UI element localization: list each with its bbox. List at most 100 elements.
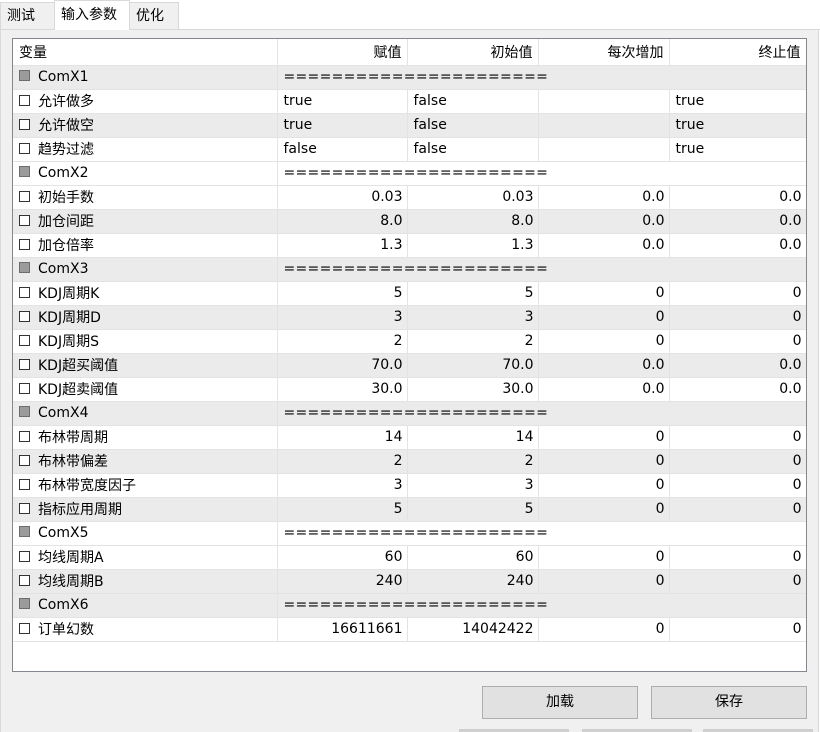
param-row[interactable]: KDJ超卖阈值 30.0 30.0 0.0 0.0 [13, 377, 806, 402]
group-checkbox[interactable] [19, 69, 30, 81]
start-cell[interactable]: 60 [407, 545, 539, 570]
tab-input-params[interactable]: 输入参数 [54, 0, 130, 30]
param-checkbox[interactable] [19, 574, 30, 586]
stop-cell[interactable]: 0.0 [669, 353, 806, 378]
start-cell[interactable]: 2 [407, 329, 539, 354]
start-cell[interactable]: 1.3 [407, 233, 539, 258]
group-checkbox[interactable] [19, 405, 30, 417]
param-row[interactable]: 均线周期B 240 240 0 0 [13, 569, 806, 594]
param-row[interactable]: KDJ超买阈值 70.0 70.0 0.0 0.0 [13, 353, 806, 378]
value-cell[interactable]: 2 [277, 449, 408, 474]
param-checkbox[interactable] [19, 142, 30, 154]
value-cell[interactable]: 3 [277, 305, 408, 330]
value-cell[interactable]: true [277, 113, 408, 138]
param-row[interactable]: 布林带宽度因子 3 3 0 0 [13, 473, 806, 498]
param-checkbox[interactable] [19, 454, 30, 466]
param-row[interactable]: 趋势过滤 false false true [13, 137, 806, 162]
stop-cell[interactable]: 0 [669, 305, 806, 330]
start-cell[interactable]: false [407, 89, 539, 114]
step-cell[interactable]: 0.0 [538, 209, 670, 234]
step-cell[interactable]: 0.0 [538, 377, 670, 402]
group-checkbox[interactable] [19, 597, 30, 609]
start-cell[interactable]: 2 [407, 449, 539, 474]
column-header-step[interactable]: 每次增加 [538, 39, 670, 66]
stop-cell[interactable]: 0.0 [669, 209, 806, 234]
param-checkbox[interactable] [19, 550, 30, 562]
group-checkbox[interactable] [19, 261, 30, 273]
param-row[interactable]: 订单幻数 16611661 14042422 0 0 [13, 617, 806, 642]
step-cell[interactable]: 0 [538, 449, 670, 474]
save-button[interactable]: 保存 [651, 686, 807, 719]
value-cell[interactable]: 2 [277, 329, 408, 354]
param-checkbox[interactable] [19, 334, 30, 346]
param-row[interactable]: 允许做多 true false true [13, 89, 806, 114]
param-row[interactable]: KDJ周期S 2 2 0 0 [13, 329, 806, 354]
step-cell[interactable] [538, 89, 670, 114]
stop-cell[interactable]: 0 [669, 449, 806, 474]
column-header-value[interactable]: 赋值 [277, 39, 408, 66]
group-checkbox[interactable] [19, 525, 30, 537]
value-cell[interactable]: 5 [277, 497, 408, 522]
param-row[interactable]: 加仓倍率 1.3 1.3 0.0 0.0 [13, 233, 806, 258]
stop-cell[interactable]: 0.0 [669, 185, 806, 210]
param-row[interactable]: KDJ周期K 5 5 0 0 [13, 281, 806, 306]
stop-cell[interactable]: 0 [669, 545, 806, 570]
column-header-start[interactable]: 初始值 [407, 39, 539, 66]
stop-cell[interactable]: true [669, 89, 806, 114]
load-button[interactable]: 加载 [482, 686, 638, 719]
param-row[interactable]: KDJ周期D 3 3 0 0 [13, 305, 806, 330]
value-cell[interactable]: 240 [277, 569, 408, 594]
stop-cell[interactable]: 0.0 [669, 377, 806, 402]
param-checkbox[interactable] [19, 310, 30, 322]
start-cell[interactable]: 5 [407, 281, 539, 306]
start-cell[interactable]: 70.0 [407, 353, 539, 378]
step-cell[interactable]: 0 [538, 473, 670, 498]
step-cell[interactable]: 0 [538, 617, 670, 642]
step-cell[interactable]: 0 [538, 569, 670, 594]
group-checkbox[interactable] [19, 165, 30, 177]
value-cell[interactable]: 14 [277, 425, 408, 450]
param-row[interactable]: 允许做空 true false true [13, 113, 806, 138]
start-cell[interactable]: 5 [407, 497, 539, 522]
tab-test[interactable]: 测试 [0, 2, 55, 29]
stop-cell[interactable]: 0.0 [669, 233, 806, 258]
param-checkbox[interactable] [19, 382, 30, 394]
start-cell[interactable]: 8.0 [407, 209, 539, 234]
step-cell[interactable]: 0 [538, 425, 670, 450]
param-checkbox[interactable] [19, 430, 30, 442]
value-cell[interactable]: 1.3 [277, 233, 408, 258]
param-checkbox[interactable] [19, 238, 30, 250]
step-cell[interactable]: 0 [538, 281, 670, 306]
value-cell[interactable]: 60 [277, 545, 408, 570]
column-header-variable[interactable]: 变量 [13, 39, 278, 66]
step-cell[interactable] [538, 113, 670, 138]
start-cell[interactable]: 0.03 [407, 185, 539, 210]
stop-cell[interactable]: 0 [669, 569, 806, 594]
param-row[interactable]: 均线周期A 60 60 0 0 [13, 545, 806, 570]
step-cell[interactable] [538, 137, 670, 162]
start-cell[interactable]: 14042422 [407, 617, 539, 642]
param-row[interactable]: 布林带偏差 2 2 0 0 [13, 449, 806, 474]
step-cell[interactable]: 0 [538, 497, 670, 522]
param-checkbox[interactable] [19, 622, 30, 634]
step-cell[interactable]: 0.0 [538, 233, 670, 258]
start-cell[interactable]: false [407, 137, 539, 162]
stop-cell[interactable]: 0 [669, 617, 806, 642]
step-cell[interactable]: 0.0 [538, 185, 670, 210]
value-cell[interactable]: 16611661 [277, 617, 408, 642]
param-row[interactable]: 布林带周期 14 14 0 0 [13, 425, 806, 450]
step-cell[interactable]: 0.0 [538, 353, 670, 378]
stop-cell[interactable]: true [669, 137, 806, 162]
start-cell[interactable]: 14 [407, 425, 539, 450]
start-cell[interactable]: 240 [407, 569, 539, 594]
tab-optimize[interactable]: 优化 [129, 2, 179, 29]
param-checkbox[interactable] [19, 286, 30, 298]
stop-cell[interactable]: 0 [669, 329, 806, 354]
step-cell[interactable]: 0 [538, 305, 670, 330]
param-checkbox[interactable] [19, 190, 30, 202]
step-cell[interactable]: 0 [538, 329, 670, 354]
stop-cell[interactable]: 0 [669, 281, 806, 306]
value-cell[interactable]: false [277, 137, 408, 162]
value-cell[interactable]: true [277, 89, 408, 114]
start-cell[interactable]: 30.0 [407, 377, 539, 402]
